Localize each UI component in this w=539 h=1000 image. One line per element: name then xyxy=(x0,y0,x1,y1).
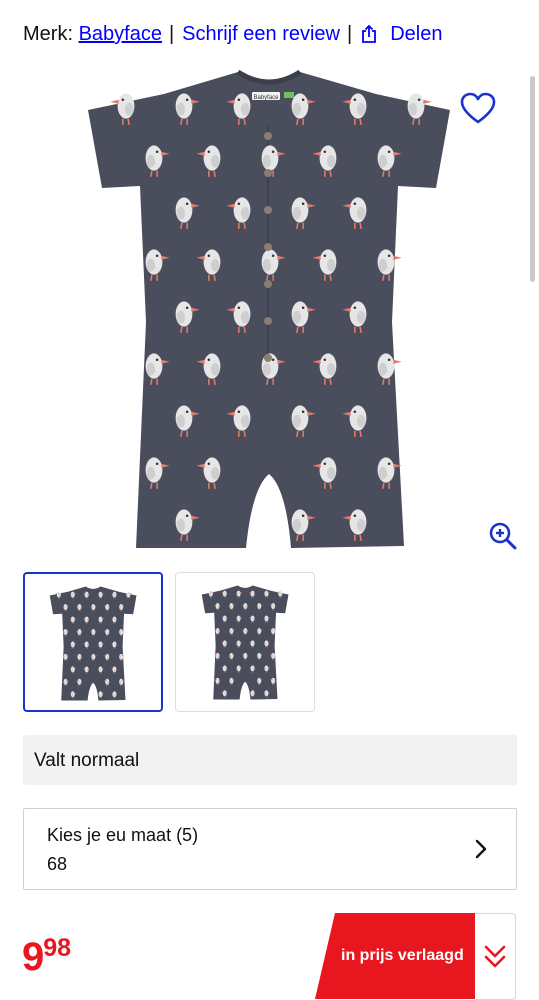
zoom-in-icon[interactable] xyxy=(488,521,518,551)
price-integer: 9 xyxy=(22,935,45,979)
thumbnail-back[interactable] xyxy=(175,572,315,712)
product-image[interactable]: Babyface xyxy=(86,66,451,550)
fit-text: Valt normaal xyxy=(34,750,140,771)
scrollbar[interactable] xyxy=(530,76,535,282)
write-review-link[interactable]: Schrijf een review xyxy=(182,22,340,46)
share-icon[interactable] xyxy=(361,24,377,43)
chevron-right-icon xyxy=(475,839,487,859)
brand-link[interactable]: Babyface xyxy=(79,22,162,46)
price-reduced-badge[interactable]: in prijs verlaagd xyxy=(315,913,516,1000)
share-button[interactable]: Delen xyxy=(390,22,442,46)
brand-prefix: Merk: xyxy=(23,23,73,45)
promo-expand-button[interactable] xyxy=(475,913,516,1000)
promo-text: in prijs verlaagd xyxy=(341,947,464,964)
size-value: 68 xyxy=(47,854,68,874)
brand-bar: Merk: Babyface | Schrijf een review | De… xyxy=(23,22,442,46)
double-chevron-down-icon xyxy=(484,945,506,968)
favorite-heart-icon[interactable] xyxy=(460,92,496,126)
size-selector[interactable]: Kies je eu maat (5) 68 xyxy=(23,808,517,890)
separator: | xyxy=(168,23,175,45)
price-decimals: 98 xyxy=(43,934,72,962)
garment-label: Babyface xyxy=(253,95,279,101)
fit-info: Valt normaal xyxy=(23,735,517,785)
thumbnail-front[interactable] xyxy=(23,572,163,712)
size-label: Kies je eu maat (5) xyxy=(47,825,199,845)
separator: | xyxy=(347,23,353,45)
price: 998 xyxy=(22,934,72,980)
